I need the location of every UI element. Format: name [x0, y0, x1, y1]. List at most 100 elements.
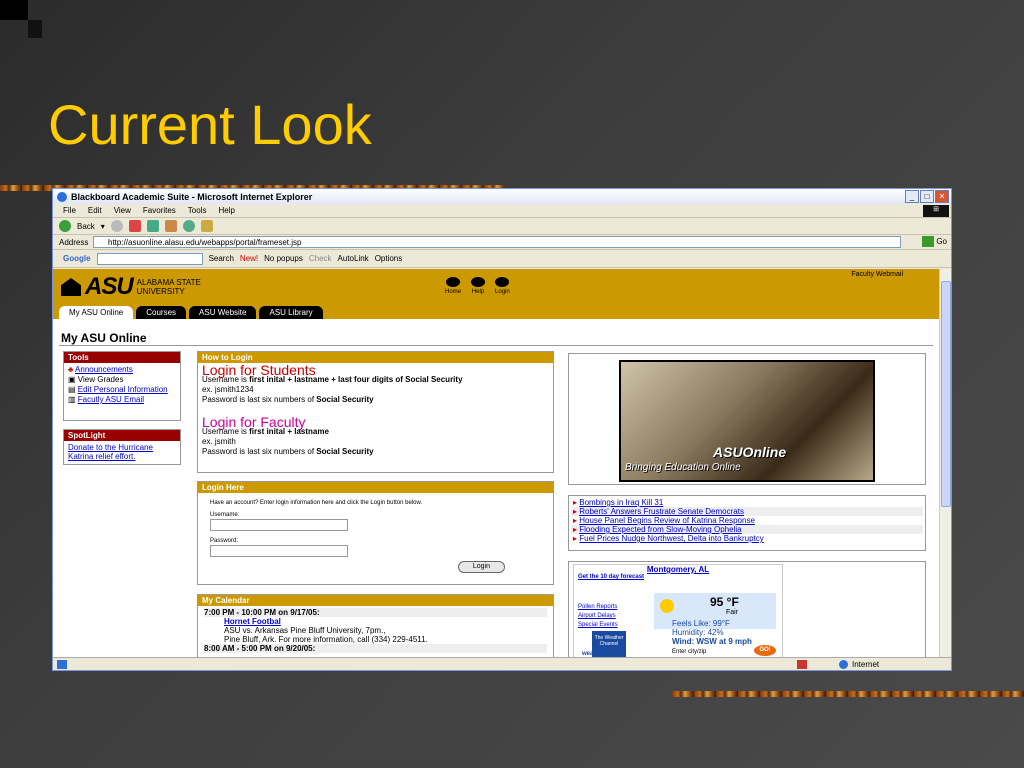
news-item-3[interactable]: ▸ House Panel Begins Review of Katrina R…: [571, 516, 923, 525]
back-dropdown-icon[interactable]: ▾: [101, 222, 105, 231]
calendar-event-line1: ASU vs. Arkansas Pine Bluff University, …: [224, 626, 386, 635]
grades-icon: ▣: [68, 375, 76, 384]
header-home[interactable]: Home: [445, 277, 461, 295]
page-icon: [57, 659, 67, 669]
menu-edit[interactable]: Edit: [88, 206, 102, 215]
weather-feels: Feels Like: 99°F: [672, 619, 730, 628]
standard-toolbar: Back ▾: [53, 218, 951, 235]
window-title: Blackboard Academic Suite - Microsoft In…: [71, 191, 313, 202]
weather-go-button[interactable]: GO!: [754, 645, 776, 656]
search-icon[interactable]: [182, 220, 195, 232]
maximize-icon[interactable]: □: [920, 190, 934, 203]
password-input[interactable]: [210, 545, 348, 557]
menu-file[interactable]: File: [63, 206, 76, 215]
google-search-input[interactable]: [96, 252, 203, 265]
asu-logo[interactable]: ASU ALABAMA STATE UNIVERSITY: [61, 273, 217, 301]
weather-city[interactable]: Montgomery, AL: [574, 565, 782, 574]
back-icon[interactable]: [59, 220, 71, 232]
events-link[interactable]: Special Events: [578, 621, 618, 630]
windows-flag-icon: ⊞: [923, 205, 949, 217]
tools-item-edit-personal-info[interactable]: ▤ Edit Personal Information: [68, 385, 176, 395]
news-item-4[interactable]: ▸ Flooding Expected from Slow-Moving Oph…: [571, 525, 923, 534]
news-item-1[interactable]: ▸ Bombings in Iraq Kill 31: [571, 498, 923, 507]
calendar-header: My Calendar: [198, 595, 553, 606]
options-button[interactable]: Options: [375, 254, 403, 263]
header-icons: Home Help Login: [445, 277, 510, 295]
refresh-icon[interactable]: [146, 220, 159, 232]
forecast-link[interactable]: Get the 10 day forecast: [578, 574, 782, 580]
go-label: Go: [936, 237, 947, 246]
students-photo: ASUOnline Bringing Education Online: [619, 360, 875, 482]
username-input[interactable]: [210, 519, 348, 531]
stop-icon[interactable]: [128, 220, 141, 232]
tools-item-faculty-email[interactable]: ▥ Facutly ASU Email: [68, 395, 176, 405]
ie-icon: [57, 191, 67, 202]
news-item-2[interactable]: ▸ Roberts' Answers Frustrate Senate Demo…: [571, 507, 923, 516]
tab-asu-website[interactable]: ASU Website: [189, 306, 257, 319]
password-label: Password:: [210, 538, 239, 544]
menu-tools[interactable]: Tools: [188, 206, 207, 215]
spotlight-link[interactable]: Donate to the Hurricane Katrina relief e…: [64, 441, 180, 463]
faculty-username-rule: first inital + lastname: [249, 427, 329, 436]
back-button[interactable]: Back: [77, 222, 95, 231]
scroll-thumb[interactable]: [941, 281, 951, 507]
popup-blocker-icon: [797, 659, 807, 669]
students-password-rule: Social Security: [316, 395, 374, 404]
menu-view[interactable]: View: [114, 206, 131, 215]
weather-cond: Fair: [726, 609, 739, 616]
asuonline-banner-module: ASUOnline Bringing Education Online: [568, 353, 926, 485]
edit-icon: ▤: [68, 385, 76, 394]
news-label-5: Fuel Prices Nudge Northwest, Delta into …: [579, 534, 764, 543]
check-button[interactable]: Check: [309, 254, 332, 263]
minimize-icon[interactable]: _: [905, 190, 919, 203]
faculty-password-line: Password is last six numbers of Social S…: [202, 447, 549, 457]
header-help[interactable]: Help: [471, 277, 486, 295]
tab-asu-library[interactable]: ASU Library: [259, 306, 323, 319]
building-icon: [61, 278, 81, 296]
tab-courses[interactable]: Courses: [136, 306, 187, 319]
corner-square: [0, 0, 28, 20]
faculty-login-title: Login for Faculty: [202, 414, 306, 430]
google-logo[interactable]: Google: [63, 254, 91, 263]
menu-bar: File Edit View Favorites Tools Help ⊞: [53, 204, 951, 218]
sun-icon: [660, 599, 674, 613]
airport-link[interactable]: Airport Delays: [578, 612, 618, 621]
home-icon[interactable]: [164, 220, 177, 232]
tools-item-view-grades[interactable]: ▣ View Grades: [68, 375, 176, 385]
faculty-example: ex. jsmith: [202, 437, 236, 446]
title-divider: [59, 345, 933, 346]
popup-blocker-button[interactable]: No popups: [264, 254, 303, 263]
calendar-event-title[interactable]: Hornet Footbal: [224, 617, 547, 626]
weather-module: Montgomery, AL Get the 10 day forecast P…: [568, 561, 926, 659]
news-item-5[interactable]: ▸ Fuel Prices Nudge Northwest, Delta int…: [571, 534, 923, 543]
username-label: Username:: [210, 512, 240, 518]
window-titlebar: Blackboard Academic Suite - Microsoft In…: [53, 189, 951, 204]
menu-favorites[interactable]: Favorites: [143, 206, 176, 215]
close-icon[interactable]: ✕: [935, 190, 949, 203]
tab-my-asu-online[interactable]: My ASU Online: [59, 306, 134, 319]
menu-help[interactable]: Help: [218, 206, 234, 215]
vertical-scrollbar[interactable]: [939, 269, 951, 659]
address-input[interactable]: http://asuonline.alasu.edu/webapps/porta…: [93, 236, 901, 248]
faculty-webmail-link[interactable]: Faculty Webmail: [851, 271, 903, 278]
autolink-button[interactable]: AutoLink: [338, 254, 369, 263]
login-button[interactable]: Login: [457, 561, 505, 573]
help-label: Help: [471, 289, 485, 295]
announcements-label: Announcements: [75, 365, 133, 374]
new-badge: New!: [239, 254, 259, 263]
weather-enter-label[interactable]: Enter city/zip: [672, 649, 706, 655]
header-login[interactable]: Login: [495, 277, 510, 295]
google-search-button[interactable]: Search: [209, 254, 234, 263]
pollen-link[interactable]: Pollen Reports: [578, 603, 618, 612]
faculty-username-pre: Username is: [202, 427, 250, 436]
forward-icon[interactable]: [110, 220, 123, 232]
favorites-icon[interactable]: [200, 220, 213, 232]
status-bar: Internet: [53, 657, 951, 670]
go-button[interactable]: Go: [922, 236, 947, 247]
web-page: ASU ALABAMA STATE UNIVERSITY Home Help L…: [53, 269, 941, 659]
login-label: Login: [495, 289, 510, 295]
students-username-pre: Username is: [202, 375, 250, 384]
university-line2: UNIVERSITY: [136, 287, 185, 296]
tools-item-announcements[interactable]: ♣ Announcements: [68, 365, 176, 375]
address-bar: Address http://asuonline.alasu.edu/webap…: [53, 235, 951, 250]
